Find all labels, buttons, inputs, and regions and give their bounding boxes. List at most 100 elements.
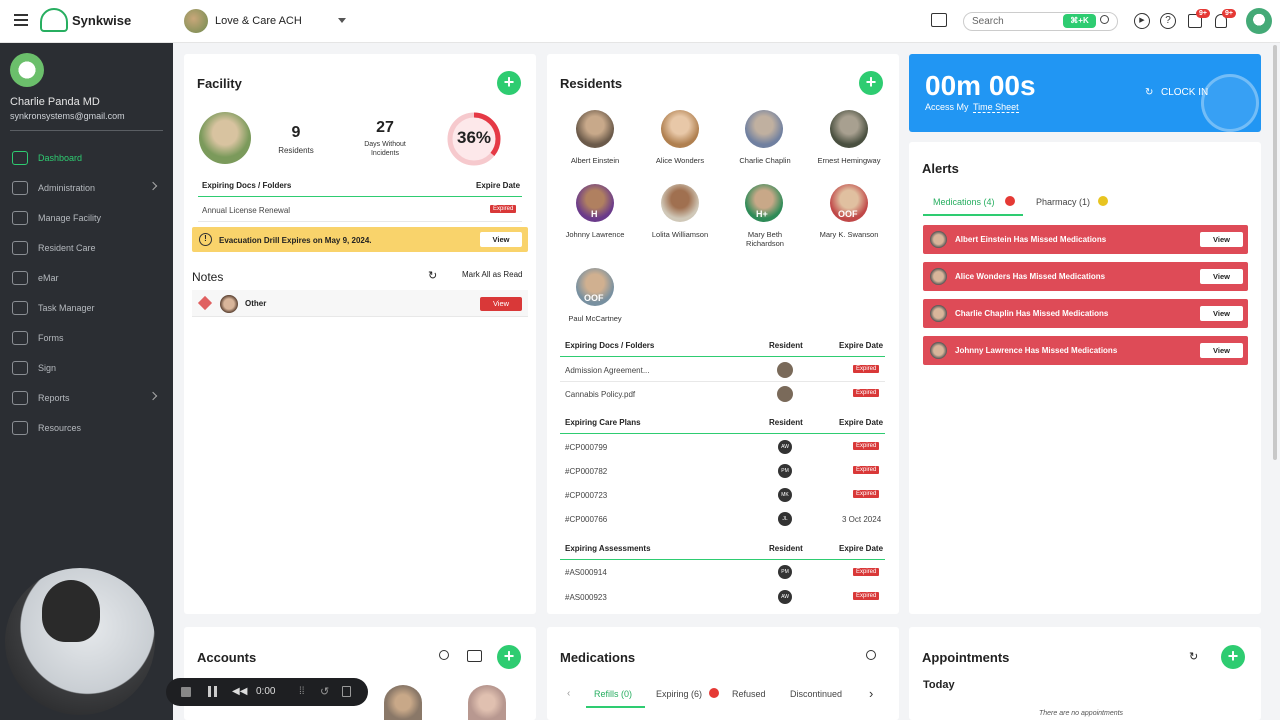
chevron-right-icon[interactable]: › — [869, 686, 873, 701]
play-icon[interactable]: ▶ — [1134, 13, 1150, 29]
sidebar-item-reports[interactable]: Reports — [12, 390, 162, 406]
pause-icon[interactable] — [208, 686, 217, 697]
care-plan-id[interactable]: #CP000766 — [565, 515, 607, 524]
user-name: Charlie Panda MD — [10, 96, 100, 108]
days-label-1: Days Without — [364, 141, 406, 148]
user-avatar[interactable] — [1246, 8, 1272, 34]
status-badge: Expired — [853, 466, 880, 474]
divider — [560, 381, 885, 382]
resident-name[interactable]: Johnny Lawrence — [550, 230, 640, 239]
resident-avatar — [930, 305, 947, 322]
expire-date: 3 Oct 2024 — [842, 515, 882, 524]
megaphone-icon[interactable] — [931, 13, 947, 27]
sidebar-item-label: Resources — [38, 423, 82, 433]
alert-row: Alice Wonders Has Missed Medications View — [923, 262, 1248, 291]
resident-tag: OOF — [584, 293, 604, 303]
user-email: synkronsystems@gmail.com — [10, 111, 125, 121]
care-plan-id[interactable]: #CP000799 — [565, 443, 607, 452]
help-icon[interactable]: ? — [1160, 13, 1176, 29]
assessment-id[interactable]: #AS000914 — [565, 568, 607, 577]
logo[interactable]: Synkwise — [40, 8, 131, 32]
resident-avatar[interactable] — [745, 110, 783, 148]
care-plan-id[interactable]: #CP000782 — [565, 467, 607, 476]
sidebar-item-resident-care[interactable]: Resident Care — [12, 240, 162, 256]
resident-name[interactable]: Alice Wonders — [635, 156, 725, 165]
add-facility-button[interactable]: + — [497, 71, 521, 95]
search-icon[interactable] — [866, 650, 876, 660]
sidebar-item-emar[interactable]: eMar — [12, 270, 162, 286]
stop-icon[interactable] — [181, 687, 191, 697]
accounts-title: Accounts — [197, 650, 257, 665]
mark-all-read[interactable]: Mark All as Read — [462, 270, 522, 279]
resident-name[interactable]: Lolita Williamson — [635, 230, 725, 239]
refresh-icon[interactable]: ↻ — [1189, 650, 1198, 663]
resident-name[interactable]: Mary Beth — [720, 230, 810, 239]
sidebar-item-task-manager[interactable]: Task Manager — [12, 300, 162, 316]
assessment-id[interactable]: #AS000923 — [565, 593, 607, 602]
sidebar-item-label: Reports — [38, 393, 70, 403]
doc-name[interactable]: Admission Agreement... — [565, 366, 649, 375]
medications-title: Medications — [560, 650, 636, 665]
resident-initials: AW — [778, 440, 792, 454]
tab-refused[interactable]: Refused — [732, 689, 766, 699]
search-icon[interactable] — [439, 650, 449, 660]
tab-pharmacy[interactable]: Pharmacy (1) — [1036, 197, 1090, 207]
tab-medications[interactable]: Medications (4) — [933, 197, 995, 207]
chevron-left-icon[interactable]: ‹ — [567, 688, 570, 699]
alert-view-button[interactable]: View — [1200, 306, 1243, 321]
note-row[interactable] — [192, 290, 528, 317]
rewind-icon[interactable]: ◀◀ — [232, 686, 247, 697]
add-account-button[interactable]: + — [497, 645, 521, 669]
sidebar-item-forms[interactable]: Forms — [12, 330, 162, 346]
account-avatar[interactable] — [468, 685, 506, 720]
sidebar-item-manage-facility[interactable]: Manage Facility — [12, 210, 162, 226]
resident-name[interactable]: Albert Einstein — [550, 156, 640, 165]
facility-select[interactable]: Love & Care ACH — [184, 9, 302, 33]
sidebar-item-resources[interactable]: Resources — [12, 420, 162, 436]
resident-name[interactable]: Charlie Chaplin — [720, 156, 810, 165]
search-icon[interactable] — [1100, 15, 1109, 24]
alert-view-button[interactable]: View — [1200, 232, 1243, 247]
account-avatar[interactable] — [384, 685, 422, 720]
alert-view-button[interactable]: View — [1200, 343, 1243, 358]
sidebar-item-dashboard[interactable]: Dashboard — [12, 150, 162, 166]
sidebar-item-sign[interactable]: Sign — [12, 360, 162, 376]
note-view-button[interactable]: View — [480, 297, 522, 311]
resident-avatar[interactable] — [661, 110, 699, 148]
grid-icon[interactable]: ⁞⁞ — [299, 686, 305, 697]
flag-icon[interactable] — [467, 650, 482, 662]
resident-name-line-2[interactable]: Richardson — [720, 239, 810, 248]
restart-icon[interactable]: ↺ — [320, 685, 329, 698]
doc-row[interactable]: Annual License Renewal — [202, 206, 290, 215]
tab-expiring[interactable]: Expiring (6) — [656, 689, 702, 699]
resident-name[interactable]: Mary K. Swanson — [804, 230, 894, 239]
status-badge: Expired — [853, 442, 880, 450]
timesheet-link[interactable]: Time Sheet — [973, 102, 1019, 113]
tab-discontinued[interactable]: Discontinued — [790, 689, 842, 699]
sidebar-item-administration[interactable]: Administration — [12, 180, 162, 196]
resident-name[interactable]: Paul McCartney — [550, 314, 640, 323]
assessments-header: Expiring Assessments — [565, 544, 651, 553]
drill-view-button[interactable]: View — [480, 232, 522, 247]
alert-view-button[interactable]: View — [1200, 269, 1243, 284]
docs-header: Expiring Docs / Folders — [565, 341, 655, 350]
occupancy-percent: 36% — [456, 128, 492, 147]
resident-name[interactable]: Ernest Hemingway — [804, 156, 894, 165]
recorder-time: 0:00 — [256, 686, 276, 697]
resident-avatar[interactable] — [830, 110, 868, 148]
resident-avatar[interactable] — [576, 110, 614, 148]
add-resident-button[interactable]: + — [859, 71, 883, 95]
menu-icon[interactable] — [14, 14, 28, 26]
refresh-icon[interactable]: ↻ — [428, 269, 437, 282]
app-name: Synkwise — [72, 12, 132, 28]
chevron-down-icon[interactable] — [338, 18, 346, 23]
scrollbar[interactable] — [1273, 45, 1277, 460]
trash-icon[interactable] — [342, 686, 351, 697]
resident-initials: AW — [778, 590, 792, 604]
resident-avatar[interactable] — [661, 184, 699, 222]
add-appointment-button[interactable]: + — [1221, 645, 1245, 669]
resident-initials: JL — [778, 512, 792, 526]
care-plan-id[interactable]: #CP000723 — [565, 491, 607, 500]
doc-name[interactable]: Cannabis Policy.pdf — [565, 390, 635, 399]
tab-refills[interactable]: Refills (0) — [594, 689, 632, 699]
